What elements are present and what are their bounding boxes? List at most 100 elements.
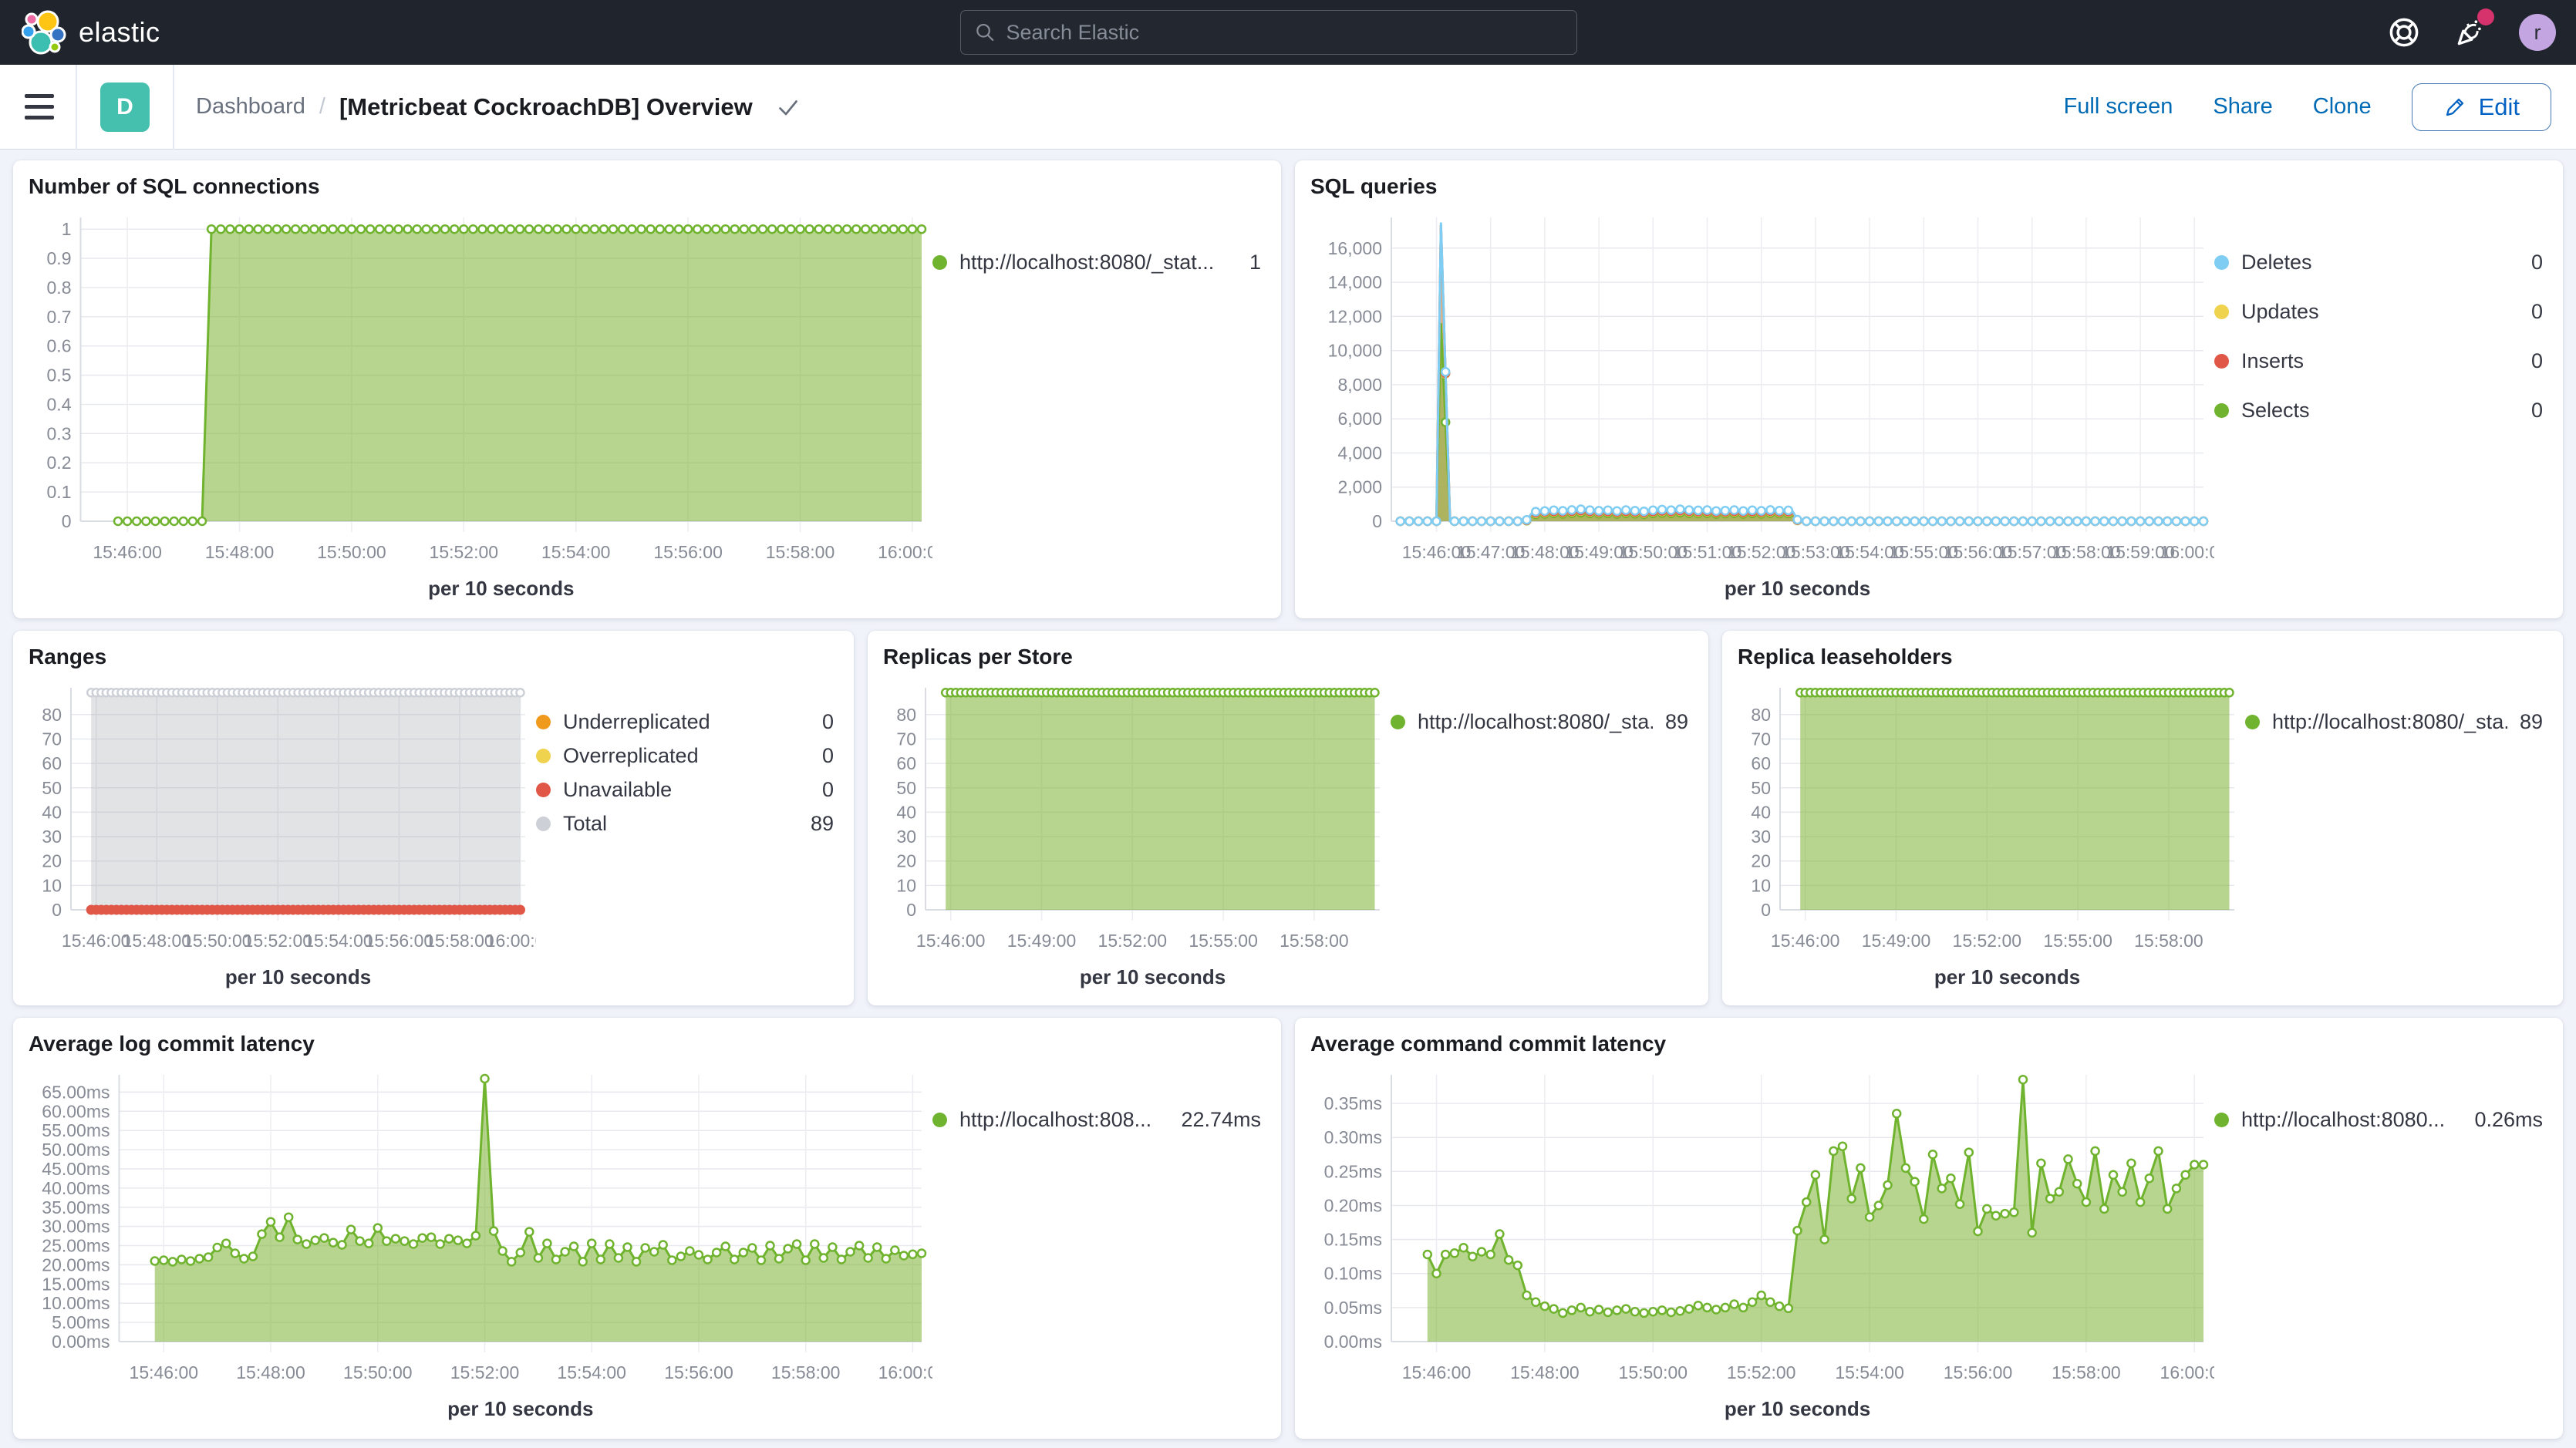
svg-text:80: 80 [42, 705, 62, 725]
series-value: 89 [2520, 710, 2543, 734]
svg-text:70: 70 [42, 729, 62, 749]
legend-item[interactable]: http://localhost:8080/_sta... 89 [2245, 706, 2543, 737]
svg-text:15:58:00: 15:58:00 [1280, 931, 1349, 951]
global-search[interactable] [960, 10, 1577, 55]
series-value: 89 [1665, 710, 1688, 734]
chart-canvas-sql-connections[interactable]: 00.10.20.30.40.50.60.70.80.9115:46:0015:… [29, 205, 932, 606]
svg-text:15:58:00: 15:58:00 [766, 542, 835, 562]
newsfeed-icon[interactable] [2453, 15, 2488, 50]
legend-item[interactable]: Inserts 0 [2214, 345, 2543, 376]
series-dot [2245, 715, 2260, 729]
legend-item[interactable]: Selects 0 [2214, 395, 2543, 426]
series-label: Inserts [2241, 349, 2304, 373]
svg-text:50: 50 [896, 778, 916, 798]
edit-button[interactable]: Edit [2412, 83, 2551, 131]
svg-text:15:55:00: 15:55:00 [2043, 931, 2112, 951]
check-icon[interactable] [774, 93, 802, 121]
chart-canvas-leaseholders[interactable]: 0102030405060708015:46:0015:49:0015:52:0… [1738, 675, 2245, 995]
series-value: 22.74ms [1181, 1108, 1261, 1132]
series-dot [536, 715, 551, 729]
svg-text:40: 40 [896, 802, 916, 822]
legend-item[interactable]: Unavailable 0 [536, 774, 834, 805]
svg-text:0.4: 0.4 [47, 395, 72, 415]
svg-text:15:49:00: 15:49:00 [1862, 931, 1931, 951]
svg-text:per 10 seconds: per 10 seconds [1725, 1397, 1870, 1420]
legend-item[interactable]: Overreplicated 0 [536, 740, 834, 771]
share-button[interactable]: Share [2213, 94, 2272, 120]
chart-legend: http://localhost:808... 22.74ms [932, 1062, 1266, 1426]
series-dot [2214, 1113, 2229, 1127]
svg-text:16,000: 16,000 [1328, 238, 1382, 258]
chart-canvas-ranges[interactable]: 0102030405060708015:46:0015:48:0015:50:0… [29, 675, 536, 995]
svg-text:15:56:00: 15:56:00 [653, 542, 723, 562]
svg-text:15:48:00: 15:48:00 [1510, 1362, 1580, 1382]
svg-text:80: 80 [1751, 705, 1771, 725]
legend-item[interactable]: Underreplicated 0 [536, 706, 834, 737]
legend-item[interactable]: http://localhost:8080... 0.26ms [2214, 1104, 2543, 1135]
panel-title: Replica leaseholders [1738, 645, 2547, 669]
legend-item[interactable]: http://localhost:808... 22.74ms [932, 1104, 1261, 1135]
panel-title: Average log commit latency [29, 1032, 1266, 1056]
svg-text:15:54:00: 15:54:00 [541, 542, 611, 562]
svg-text:15:49:00: 15:49:00 [1007, 931, 1077, 951]
series-label: Updates [2241, 300, 2319, 324]
series-dot [2214, 255, 2229, 270]
chart-legend: http://localhost:8080/_sta... 89 [2245, 675, 2547, 995]
svg-text:per 10 seconds: per 10 seconds [225, 965, 371, 988]
full-screen-button[interactable]: Full screen [2064, 94, 2173, 120]
user-avatar[interactable]: r [2519, 14, 2556, 51]
space-selector[interactable]: D [100, 83, 150, 132]
series-label: Overreplicated [563, 744, 699, 768]
svg-text:0: 0 [906, 900, 916, 920]
svg-text:15:56:00: 15:56:00 [1944, 1362, 2013, 1382]
legend-item[interactable]: http://localhost:8080/_sta... 89 [1391, 706, 1688, 737]
panel-title: Average command commit latency [1310, 1032, 2547, 1056]
legend-item[interactable]: http://localhost:8080/_stat... 1 [932, 247, 1261, 278]
series-label: Total [563, 812, 607, 836]
svg-text:15:50:00: 15:50:00 [183, 931, 252, 951]
svg-text:60: 60 [42, 753, 62, 773]
svg-text:55.00ms: 55.00ms [42, 1120, 110, 1140]
svg-text:15:55:00: 15:55:00 [1189, 931, 1258, 951]
legend-item[interactable]: Total 89 [536, 808, 834, 839]
chart-canvas-sql-queries[interactable]: 02,0004,0006,0008,00010,00012,00014,0001… [1310, 205, 2214, 606]
svg-text:0.7: 0.7 [47, 307, 72, 327]
chart-canvas-log-latency[interactable]: 0.00ms5.00ms10.00ms15.00ms20.00ms25.00ms… [29, 1062, 932, 1426]
series-value: 0 [822, 710, 834, 734]
help-icon[interactable] [2386, 15, 2422, 50]
svg-text:30: 30 [1751, 827, 1771, 847]
svg-text:20: 20 [1751, 851, 1771, 871]
breadcrumb: Dashboard / [Metricbeat CockroachDB] Ove… [196, 93, 802, 121]
svg-text:0.6: 0.6 [47, 336, 72, 356]
series-value: 0 [2531, 300, 2543, 324]
panel-title: Replicas per Store [883, 645, 1693, 669]
svg-text:0.00ms: 0.00ms [1324, 1332, 1382, 1352]
svg-text:60: 60 [896, 753, 916, 773]
series-label: http://localhost:808... [959, 1108, 1151, 1132]
breadcrumb-dashboard-link[interactable]: Dashboard [196, 94, 305, 120]
svg-text:10.00ms: 10.00ms [42, 1293, 110, 1313]
chart-legend: Underreplicated 0 Overreplicated 0 Unava… [536, 675, 838, 995]
panel-title: Number of SQL connections [29, 174, 1266, 199]
svg-text:30: 30 [896, 827, 916, 847]
chart-canvas-replicas[interactable]: 0102030405060708015:46:0015:49:0015:52:0… [883, 675, 1391, 995]
series-dot [2214, 403, 2229, 418]
svg-text:20.00ms: 20.00ms [42, 1254, 110, 1275]
edit-button-label: Edit [2479, 93, 2520, 121]
series-label: http://localhost:8080... [2241, 1108, 2445, 1132]
legend-item[interactable]: Deletes 0 [2214, 247, 2543, 278]
svg-text:40: 40 [1751, 802, 1771, 822]
menu-icon[interactable] [25, 94, 54, 120]
elastic-logo[interactable]: elastic [22, 10, 160, 55]
app-header: elastic [0, 0, 2576, 65]
search-input[interactable] [1006, 21, 1563, 45]
clone-button[interactable]: Clone [2313, 94, 2372, 120]
svg-text:0.20ms: 0.20ms [1324, 1196, 1382, 1216]
svg-text:5.00ms: 5.00ms [52, 1312, 110, 1332]
series-dot [536, 783, 551, 797]
svg-text:35.00ms: 35.00ms [42, 1197, 110, 1217]
chart-canvas-command-latency[interactable]: 0.00ms0.05ms0.10ms0.15ms0.20ms0.25ms0.30… [1310, 1062, 2214, 1426]
series-dot [536, 817, 551, 831]
legend-item[interactable]: Updates 0 [2214, 296, 2543, 327]
series-value: 0.26ms [2474, 1108, 2543, 1132]
